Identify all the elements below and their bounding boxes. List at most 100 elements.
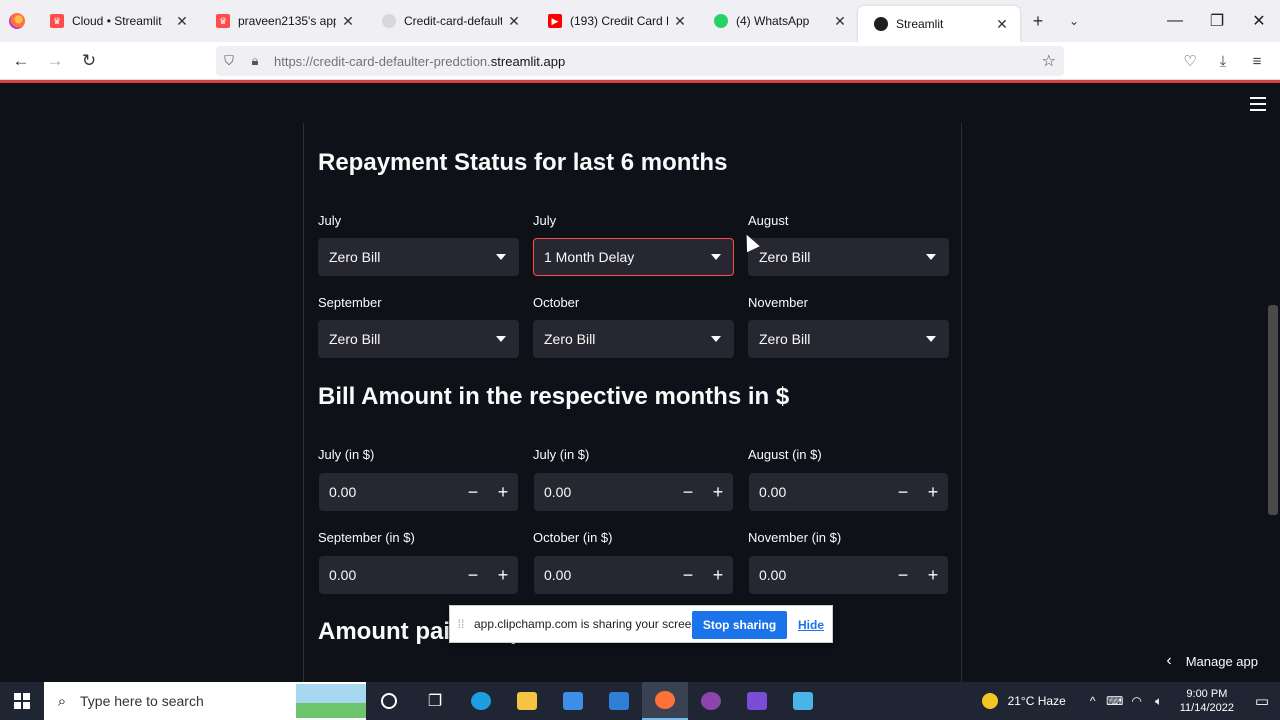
caret-down-icon [496,254,506,260]
back-icon[interactable]: ← [4,44,38,78]
edge-icon[interactable] [458,682,504,720]
bill-label: September (in $) [318,530,415,545]
lock-icon[interactable]: 🔒︎ [242,53,268,69]
tab-streamlit-active[interactable]: Streamlit ✕ [858,6,1020,42]
minimize-icon[interactable]: — [1154,0,1196,42]
decrement-button[interactable]: − [673,556,703,594]
reload-icon[interactable]: ↻ [72,44,106,78]
tab-bar: ♛ Cloud • Streamlit ✕ ♛ praveen2135's ap… [0,0,1280,42]
tab-cloud-streamlit[interactable]: ♛ Cloud • Streamlit ✕ [34,0,200,42]
close-tab-icon[interactable]: ✕ [340,13,356,29]
repayment-select-5[interactable]: Zero Bill [533,320,734,358]
weather-widget[interactable]: 21°C Haze [981,693,1066,709]
repayment-select-2[interactable]: 1 Month Delay [533,238,734,276]
increment-button[interactable]: + [918,556,948,594]
close-window-icon[interactable]: ✕ [1238,0,1280,42]
bookmark-star-icon[interactable]: ☆ [1042,51,1056,71]
repayment-label: July [533,213,557,228]
github-desktop-icon[interactable] [688,682,734,720]
taskbar-search[interactable]: ⌕ Type here to search [44,682,366,720]
app-icon[interactable] [780,682,826,720]
mail-icon[interactable] [596,682,642,720]
whatsapp-icon [714,14,728,28]
bill-input-1[interactable]: 0.00− + [319,473,518,511]
youtube-icon: ▶ [548,14,562,28]
tab-praveen-apps[interactable]: ♛ praveen2135's apps · St ✕ [200,0,366,42]
hide-link[interactable]: Hide [798,618,824,632]
system-tray: 21°C Haze ^ ⌨ ◠ 🔈︎ 9:00 PM 11/14/2022 ▭ [981,682,1280,720]
repayment-heading: Repayment Status for last 6 months [318,149,728,176]
close-tab-icon[interactable]: ✕ [994,16,1010,32]
restore-icon[interactable]: ❐ [1196,0,1238,42]
scrollbar-thumb[interactable] [1268,305,1278,515]
app-menu-icon[interactable] [1250,97,1266,111]
bill-label: October (in $) [533,530,613,545]
forward-icon[interactable]: → [38,44,72,78]
drag-handle-icon[interactable]: ⁞⁞ [454,617,468,631]
notification-icon[interactable]: ▭ [1244,692,1280,710]
downloads-icon[interactable]: ⤓ [1208,46,1238,76]
bill-label: July (in $) [533,447,590,462]
caret-down-icon [496,336,506,342]
repayment-select-3[interactable]: Zero Bill [748,238,949,276]
repayment-label: September [318,295,382,310]
bill-heading: Bill Amount in the respective months in … [318,383,790,410]
manage-app-button[interactable]: ‹ Manage app [1166,652,1258,670]
increment-button[interactable]: + [488,473,518,511]
new-tab-icon[interactable]: + [1020,0,1056,42]
decrement-button[interactable]: − [888,473,918,511]
file-explorer-icon[interactable] [504,682,550,720]
tab-github-repo[interactable]: Credit-card-defaulter-p ✕ [366,0,532,42]
bill-input-4[interactable]: 0.00− + [319,556,518,594]
menu-icon[interactable]: ≡ [1242,46,1272,76]
increment-button[interactable]: + [918,473,948,511]
cortana-icon[interactable] [366,682,412,720]
volume-icon[interactable]: 🔈︎ [1148,694,1170,709]
close-tab-icon[interactable]: ✕ [672,13,688,29]
increment-button[interactable]: + [703,556,733,594]
streamlit-crown-icon: ♛ [216,14,230,28]
increment-button[interactable]: + [703,473,733,511]
close-tab-icon[interactable]: ✕ [506,13,522,29]
decrement-button[interactable]: − [458,556,488,594]
tab-youtube[interactable]: ▶ (193) Credit Card Defa ✕ [532,0,698,42]
close-tab-icon[interactable]: ✕ [174,13,190,29]
repayment-label: July [318,213,342,228]
streamlit-icon [874,17,888,31]
decrement-button[interactable]: − [458,473,488,511]
clock[interactable]: 9:00 PM 11/14/2022 [1180,687,1234,715]
bill-input-6[interactable]: 0.00− + [749,556,948,594]
shield-icon[interactable]: ⛉ [216,53,242,69]
tab-whatsapp[interactable]: (4) WhatsApp ✕ [698,0,858,42]
windows-start-icon[interactable] [0,682,44,720]
caret-down-icon [711,254,721,260]
main-content: Repayment Status for last 6 months July … [303,123,962,682]
task-view-icon[interactable]: ❐ [412,682,458,720]
caret-down-icon [926,254,936,260]
bill-input-3[interactable]: 0.00− + [749,473,948,511]
firefox-icon[interactable] [0,0,34,42]
repayment-select-1[interactable]: Zero Bill [318,238,519,276]
repayment-label: November [748,295,808,310]
decrement-button[interactable]: − [673,473,703,511]
stop-sharing-button[interactable]: Stop sharing [692,611,787,639]
wifi-icon[interactable]: ◠ [1126,694,1148,708]
close-tab-icon[interactable]: ✕ [832,13,848,29]
bill-input-5[interactable]: 0.00− + [534,556,733,594]
github-icon [382,14,396,28]
clipchamp-icon[interactable] [734,682,780,720]
weather-haze-icon [981,693,998,709]
decrement-button[interactable]: − [888,556,918,594]
url-bar[interactable]: ⛉ 🔒︎ https://credit-card-defaulter-predc… [216,46,1064,76]
microsoft-store-icon[interactable] [550,682,596,720]
bill-label: July (in $) [318,447,375,462]
firefox-taskbar-icon[interactable] [642,682,688,720]
language-icon[interactable]: ⌨ [1104,694,1126,708]
pocket-icon[interactable]: ♡ [1175,46,1205,76]
bill-input-2[interactable]: 0.00− + [534,473,733,511]
repayment-select-4[interactable]: Zero Bill [318,320,519,358]
chevron-up-icon[interactable]: ^ [1082,694,1104,708]
list-all-tabs-icon[interactable]: ⌄ [1056,0,1092,42]
repayment-select-6[interactable]: Zero Bill [748,320,949,358]
increment-button[interactable]: + [488,556,518,594]
